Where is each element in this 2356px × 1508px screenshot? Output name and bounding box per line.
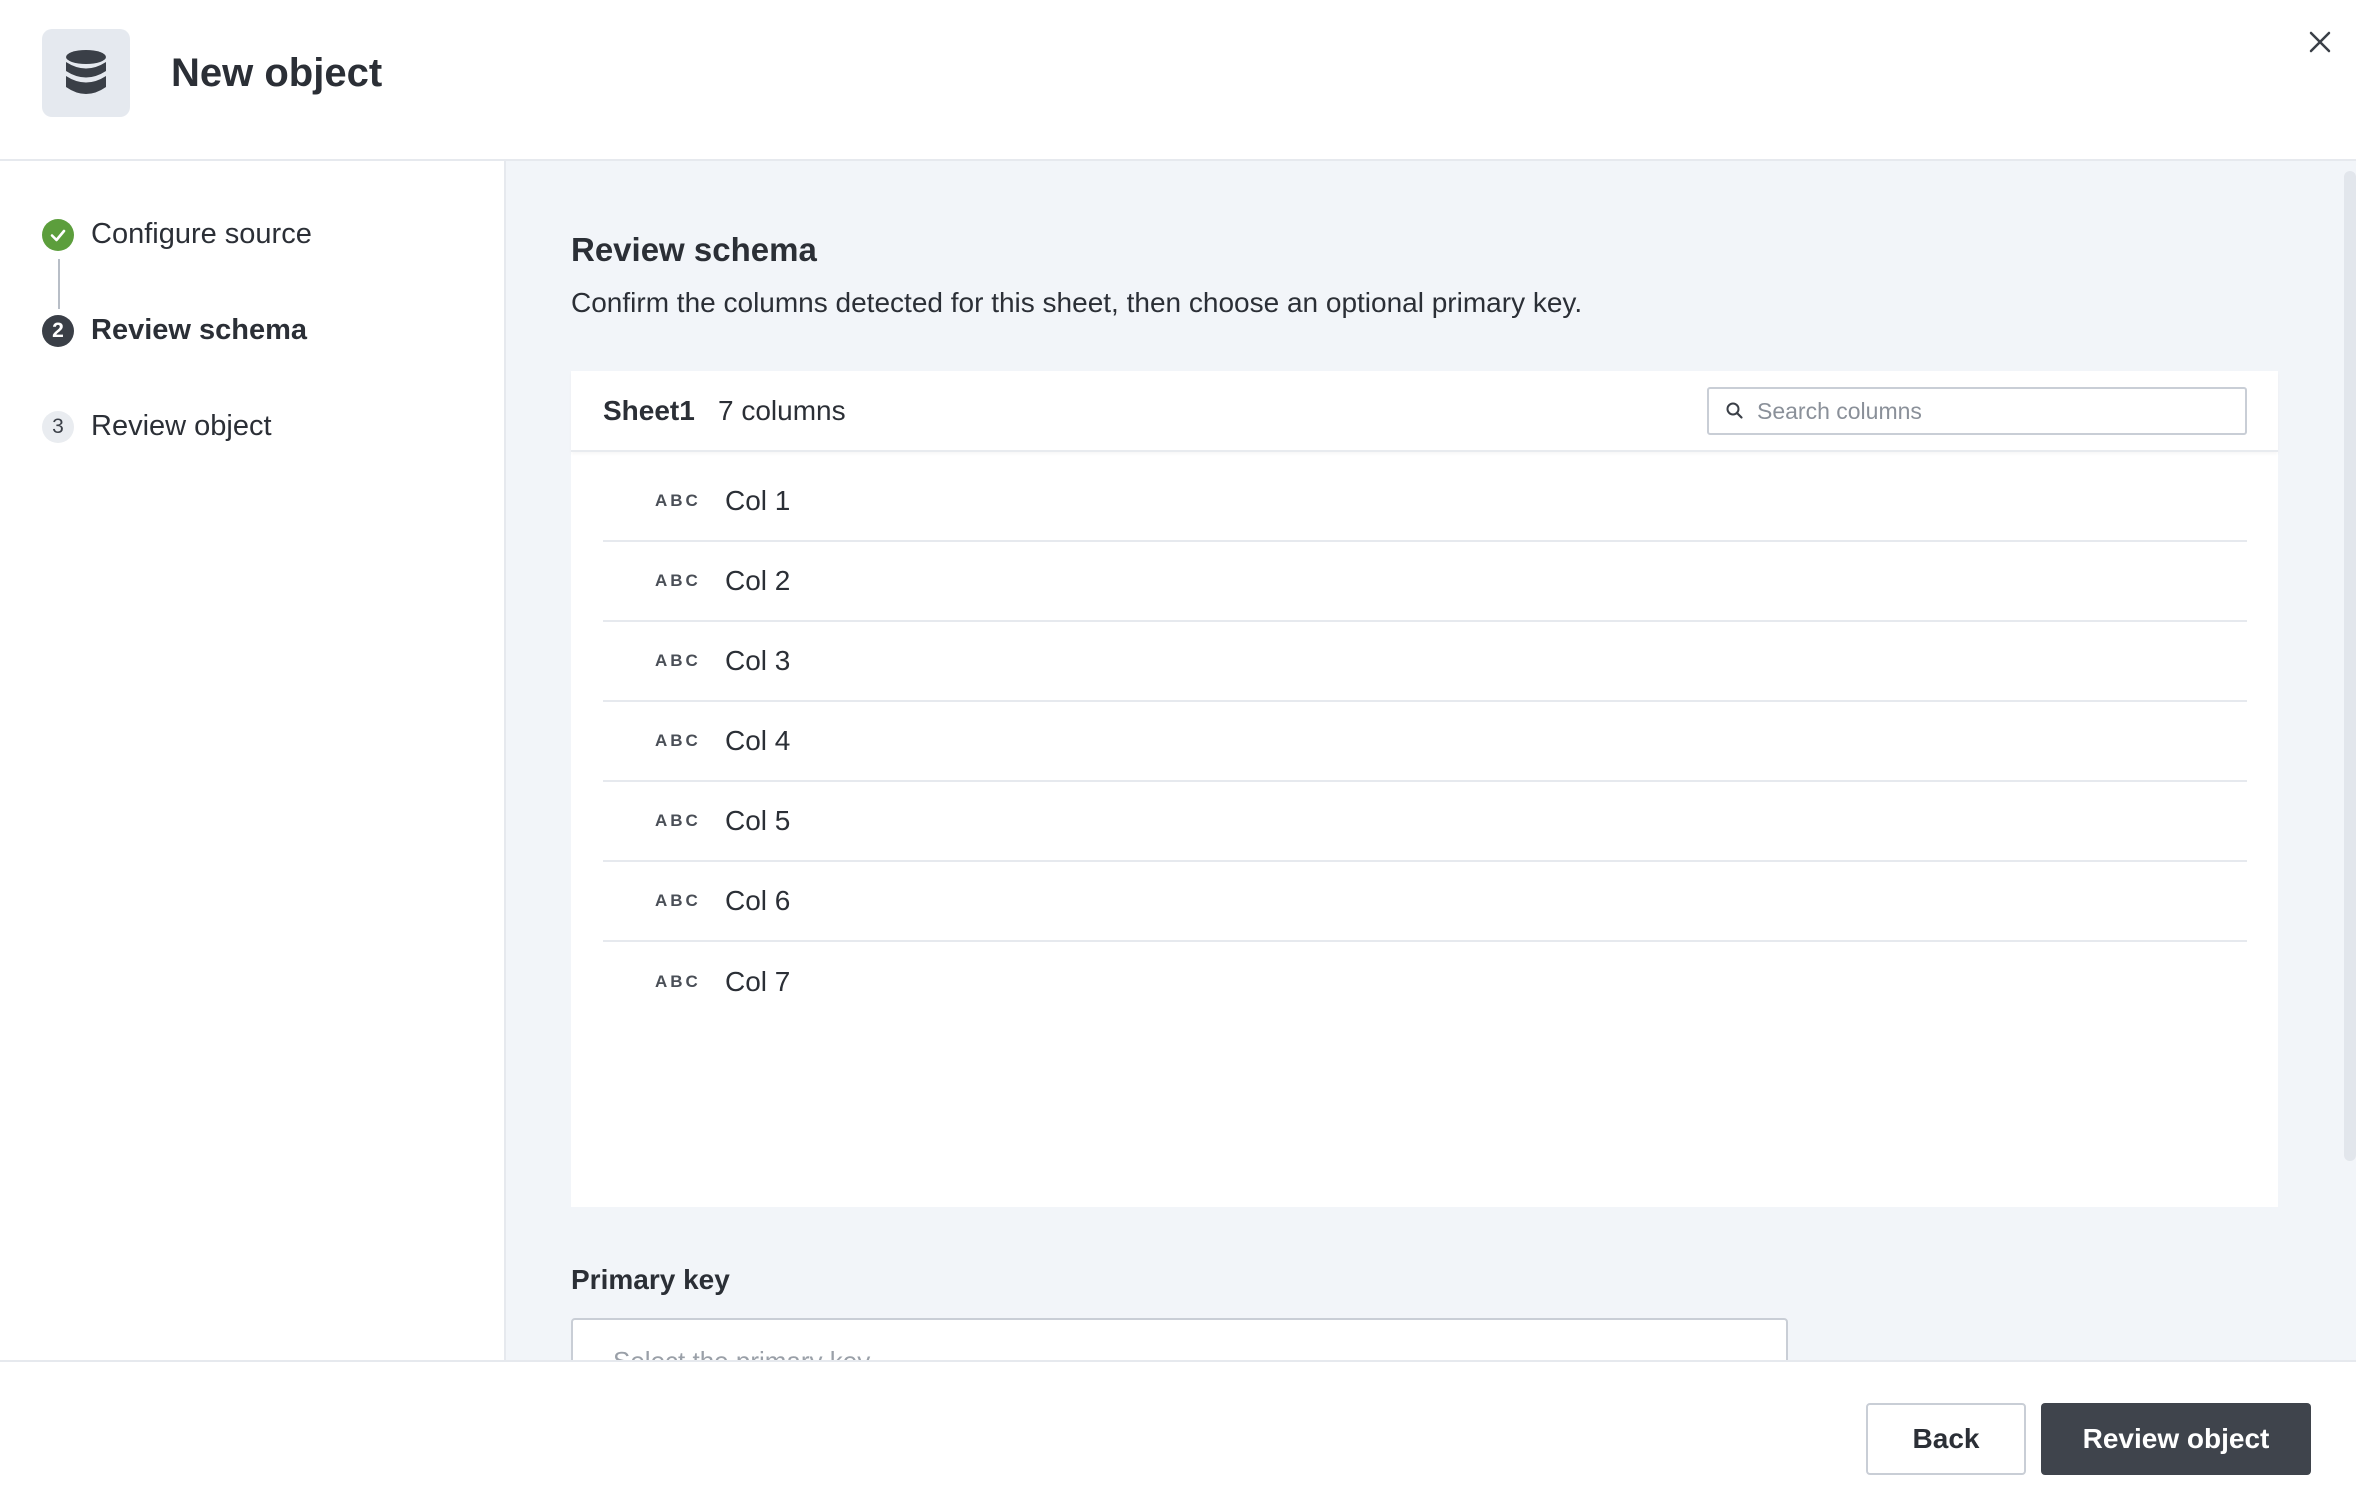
column-row[interactable]: ABC Col 2 bbox=[603, 542, 2247, 622]
schema-card-header: Sheet1 7 columns bbox=[571, 371, 2278, 452]
primary-key-select[interactable]: Select the primary key bbox=[571, 1318, 1788, 1360]
dialog-title: New object bbox=[171, 51, 383, 95]
step-number-badge: 2 bbox=[42, 314, 74, 347]
column-name: Col 6 bbox=[725, 885, 791, 916]
dialog-header: New object bbox=[0, 0, 2356, 161]
column-row[interactable]: ABC Col 3 bbox=[603, 622, 2247, 702]
main-scrollbar[interactable] bbox=[2344, 171, 2356, 1161]
step-label: Review object bbox=[91, 410, 272, 442]
steps-sidebar: Configure source 2 Review schema 3 Revie… bbox=[0, 161, 506, 1360]
column-count: 7 columns bbox=[718, 395, 846, 426]
close-button[interactable] bbox=[2300, 22, 2340, 62]
column-name: Col 2 bbox=[725, 565, 791, 596]
search-input[interactable] bbox=[1757, 397, 2237, 425]
primary-key-label: Primary key bbox=[571, 1264, 730, 1295]
column-type-badge: ABC bbox=[655, 571, 701, 590]
step-configure-source[interactable]: Configure source bbox=[42, 218, 312, 251]
column-row[interactable]: ABC Col 5 bbox=[603, 782, 2247, 862]
search-box[interactable] bbox=[1707, 387, 2247, 435]
back-button[interactable]: Back bbox=[1866, 1403, 2026, 1475]
dialog-footer: Back Review object bbox=[0, 1360, 2356, 1508]
step-label: Review schema bbox=[91, 314, 308, 346]
column-row[interactable]: ABC Col 7 bbox=[603, 942, 2247, 1022]
primary-key-placeholder: Select the primary key bbox=[613, 1346, 870, 1360]
column-type-badge: ABC bbox=[655, 731, 701, 750]
column-row[interactable]: ABC Col 1 bbox=[603, 462, 2247, 542]
sheet-name: Sheet1 bbox=[603, 395, 695, 426]
step-number-badge: 3 bbox=[42, 410, 74, 443]
column-name: Col 5 bbox=[725, 805, 791, 836]
step-connector bbox=[58, 259, 60, 309]
step-review-object[interactable]: 3 Review object bbox=[42, 410, 272, 443]
review-object-button[interactable]: Review object bbox=[2041, 1403, 2311, 1475]
column-row[interactable]: ABC Col 4 bbox=[603, 702, 2247, 782]
step-label: Configure source bbox=[91, 218, 312, 250]
column-type-badge: ABC bbox=[655, 491, 701, 510]
column-type-badge: ABC bbox=[655, 972, 701, 991]
section-title: Review schema bbox=[571, 231, 817, 268]
column-row[interactable]: ABC Col 6 bbox=[603, 862, 2247, 942]
column-name: Col 3 bbox=[725, 645, 791, 676]
search-icon bbox=[1725, 401, 1745, 421]
column-type-badge: ABC bbox=[655, 651, 701, 670]
column-name: Col 4 bbox=[725, 725, 791, 756]
new-object-dialog: New object Configure source 2 Review sch… bbox=[0, 0, 2356, 1508]
main-panel: Review schema Confirm the columns detect… bbox=[506, 161, 2356, 1360]
check-icon bbox=[42, 218, 74, 251]
close-icon bbox=[2309, 31, 2331, 53]
column-type-badge: ABC bbox=[655, 811, 701, 830]
column-name: Col 7 bbox=[725, 966, 791, 997]
step-review-schema[interactable]: 2 Review schema bbox=[42, 314, 307, 347]
section-description: Confirm the columns detected for this sh… bbox=[571, 287, 1583, 318]
column-type-badge: ABC bbox=[655, 891, 701, 910]
schema-card: Sheet1 7 columns ABC Col 1 ABC bbox=[571, 371, 2278, 1207]
column-name: Col 1 bbox=[725, 485, 791, 516]
database-icon bbox=[42, 29, 130, 117]
